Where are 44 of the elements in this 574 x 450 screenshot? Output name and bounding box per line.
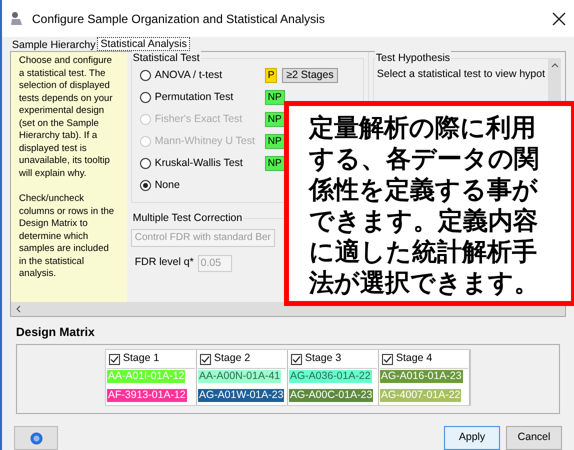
test-type-badge: NP: [264, 112, 285, 127]
radio-label[interactable]: Permutation Test: [154, 90, 265, 106]
help-button[interactable]: [14, 426, 58, 450]
check-icon: [110, 354, 119, 364]
window-title: Configure Sample Organization and Statistical Analysis: [32, 10, 325, 28]
dialog-button[interactable]: Apply: [444, 426, 500, 450]
help-text: Check/uncheck columns or rows in the Design Matrix to determine which samples are included in the statistical analysis.: [19, 193, 116, 280]
stages-button[interactable]: ≥2 Stages: [282, 68, 338, 83]
check-icon: [292, 354, 301, 364]
check-icon: [383, 354, 392, 364]
test-type-badge: P: [264, 68, 278, 83]
column-header[interactable]: Stage 1: [107, 350, 195, 370]
help-text: Choose and configure a statistical test. The selection of displayed tests depends on your experimental design (set on the Sample Hierarchy tab). If a displayed test is unavailable, its tooltip will explain why.: [19, 55, 114, 180]
tab[interactable]: Sample Hierarchy: [10, 38, 98, 51]
column-header[interactable]: Stage 3: [289, 350, 377, 370]
sample-tag[interactable]: AG-A00C-01A-23: [289, 389, 374, 402]
sample-tag[interactable]: AG-A036-01A-22: [289, 370, 372, 384]
section-title: Design Matrix: [16, 324, 95, 339]
radio-label: Fisher's Exact Test: [154, 112, 244, 127]
radio-button[interactable]: [140, 158, 151, 169]
radio-label[interactable]: ANOVA / t-test: [154, 68, 265, 84]
radio-label[interactable]: Kruskal-Wallis Test: [154, 156, 265, 172]
dialog-button[interactable]: Cancel: [506, 426, 562, 450]
radio-button[interactable]: [140, 180, 151, 191]
hypothesis-text: Select a statistical test to view hypot: [376, 68, 545, 80]
radio-label[interactable]: None: [154, 178, 265, 194]
fdr-label: FDR level q*: [134, 255, 194, 270]
tab[interactable]: Statistical Analysis: [97, 37, 190, 51]
test-type-badge: NP: [264, 90, 285, 105]
group-title: Multiple Test Correction: [132, 210, 244, 226]
test-type-badge: NP: [264, 156, 285, 171]
sample-tag[interactable]: AA-A00N-01A-41: [198, 370, 282, 384]
help-icon: [30, 432, 42, 444]
test-type-badge: NP: [264, 134, 285, 149]
radio-button[interactable]: [140, 70, 151, 81]
close-icon[interactable]: [552, 12, 566, 26]
column-header[interactable]: Stage 4: [380, 350, 468, 370]
radio-button[interactable]: [140, 92, 151, 103]
app-icon: [10, 10, 24, 26]
sample-tag[interactable]: AG-A01W-01A-23: [198, 389, 284, 402]
check-icon: [201, 354, 210, 364]
callout-text: 定量解析の際に利用する、各データの関係性を定義する事ができます。定義内容に適した統計解析手法が選択できます。: [309, 112, 540, 298]
column-header[interactable]: Stage 2: [198, 350, 286, 370]
radio-label: Mann-Whitney U Test: [154, 134, 256, 149]
